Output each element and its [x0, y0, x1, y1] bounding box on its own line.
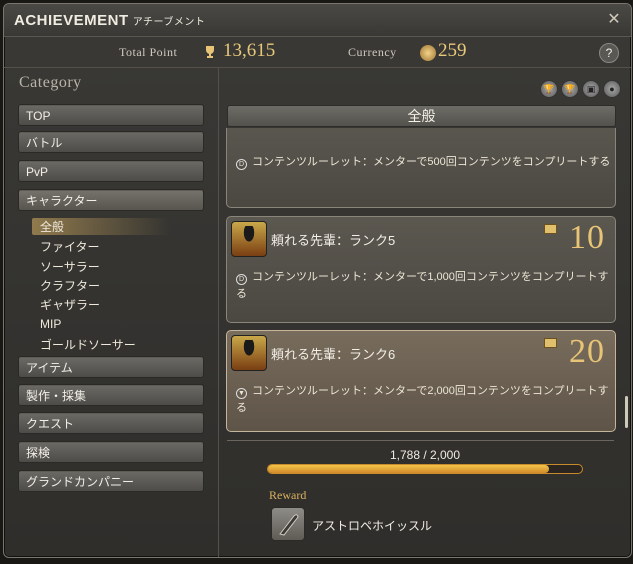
nav-battle[interactable]: バトル [18, 131, 204, 153]
reward-label: Reward [269, 488, 307, 502]
achievement-desc-text: コンテンツルーレット：メンターで1,000回コンテンツをコンプリートする [236, 271, 609, 300]
subnav-general[interactable]: 全般 [32, 218, 170, 235]
subnav-mip[interactable]: MIP [40, 317, 61, 331]
subnav-crafter[interactable]: クラフター [40, 277, 100, 294]
filter-icons: 🏆 🏆 ▣ ● [537, 79, 621, 98]
nav-character[interactable]: キャラクター [18, 189, 204, 211]
achievement-desc: D コンテンツルーレット：メンターで1,000回コンテンツをコンプリートする [236, 268, 615, 301]
trophy-icon [206, 46, 214, 58]
nav-top[interactable]: TOP [18, 104, 204, 126]
achievement-desc: ▼ コンテンツルーレット：メンターで2,000回コンテンツをコンプリートする [236, 382, 615, 415]
currency-value: 259 [438, 40, 467, 61]
mentor-figure-icon [240, 340, 258, 362]
trophy-filter-icon[interactable]: 🏆 [540, 80, 558, 98]
total-point-value: 13,615 [223, 40, 276, 61]
achievement-badge-icon [231, 335, 267, 371]
category-sidebar: Category TOP バトル PvP キャラクター 全般 ファイター ソーサ… [4, 68, 219, 557]
trophy-filter-icon[interactable]: 🏆 [561, 80, 579, 98]
nav-quest[interactable]: クエスト [18, 412, 204, 434]
achievement-name: 頼れる先輩：ランク6 [271, 347, 396, 362]
currency-icon [420, 45, 436, 61]
nav-pvp[interactable]: PvP [18, 160, 204, 182]
nav-grand-company[interactable]: グランドカンパニー [18, 470, 204, 492]
person-filter-icon[interactable]: ● [603, 80, 621, 98]
nav-item[interactable]: アイテム [18, 356, 204, 378]
subnav-fighter[interactable]: ファイター [40, 238, 100, 255]
achievement-list[interactable]: D コンテンツルーレット：メンターで500回コンテンツをコンプリートする 頼れる先… [219, 128, 631, 438]
achievement-card-selected[interactable]: 頼れる先輩：ランク6 20 ▼ コンテンツルーレット：メンターで2,000回コンテ… [226, 330, 616, 432]
section-header: 全般 [227, 105, 616, 127]
whistle-icon[interactable] [271, 507, 305, 541]
achievement-card[interactable]: D コンテンツルーレット：メンターで500回コンテンツをコンプリートする [226, 128, 616, 208]
category-heading: Category [19, 74, 82, 91]
achievement-points: 20 [569, 333, 605, 370]
achievement-desc-text: コンテンツルーレット：メンターで2,000回コンテンツをコンプリートする [236, 385, 609, 414]
window-title-ja: アチーブメント [132, 17, 206, 28]
reward-box-icon [544, 338, 557, 348]
progress-bar [267, 464, 583, 474]
mentor-figure-icon [240, 226, 258, 248]
divider [227, 440, 614, 441]
achievement-desc-text: コンテンツルーレット：メンターで500回コンテンツをコンプリートする [252, 156, 611, 168]
window-title: ACHIEVEMENT アチーブメント [14, 12, 205, 29]
help-icon[interactable]: ? [599, 43, 619, 63]
chest-filter-icon[interactable]: ▣ [582, 80, 600, 98]
subnav-gatherer[interactable]: ギャザラー [40, 296, 100, 313]
nav-crafting-gathering[interactable]: 製作・採集 [18, 384, 204, 406]
progress-fill [268, 465, 549, 473]
whistle-glyph [279, 514, 299, 536]
reward-name: アストロペホイッスル [312, 519, 433, 533]
close-icon[interactable]: ✕ [605, 11, 623, 29]
achievement-status-icon: D [236, 159, 247, 170]
progress-text: 1,788 / 2,000 [389, 448, 461, 462]
achievement-desc: D コンテンツルーレット：メンターで500回コンテンツをコンプリートする [236, 153, 610, 170]
subnav-sorcerer[interactable]: ソーサラー [40, 258, 100, 275]
nav-exploration[interactable]: 探検 [18, 441, 204, 463]
achievement-main: 🏆 🏆 ▣ ● 全般 D コンテンツルーレット：メンターで500回コンテンツをコンプリー… [219, 68, 631, 557]
achievement-points: 10 [569, 219, 605, 256]
subnav-gold-saucer[interactable]: ゴールドソーサー [40, 336, 136, 353]
achievement-card[interactable]: 頼れる先輩：ランク5 10 D コンテンツルーレット：メンターで1,000回コンテ… [226, 216, 616, 323]
currency-label: Currency [348, 45, 397, 59]
title-bar[interactable]: ACHIEVEMENT アチーブメント ✕ [4, 4, 631, 37]
total-point-label: Total Point [119, 45, 178, 59]
achievement-badge-icon [231, 221, 267, 257]
achievement-status-icon: ▼ [236, 388, 247, 399]
achievement-window: ACHIEVEMENT アチーブメント ✕ Total Point 13,615 … [3, 3, 632, 558]
achievement-name: 頼れる先輩：ランク5 [271, 233, 396, 248]
window-title-en: ACHIEVEMENT [14, 12, 129, 29]
reward-box-icon [544, 224, 557, 234]
stats-bar: Total Point 13,615 Currency 259 ? [4, 37, 631, 68]
list-scrollbar[interactable] [625, 396, 628, 428]
achievement-status-icon: D [236, 274, 247, 285]
